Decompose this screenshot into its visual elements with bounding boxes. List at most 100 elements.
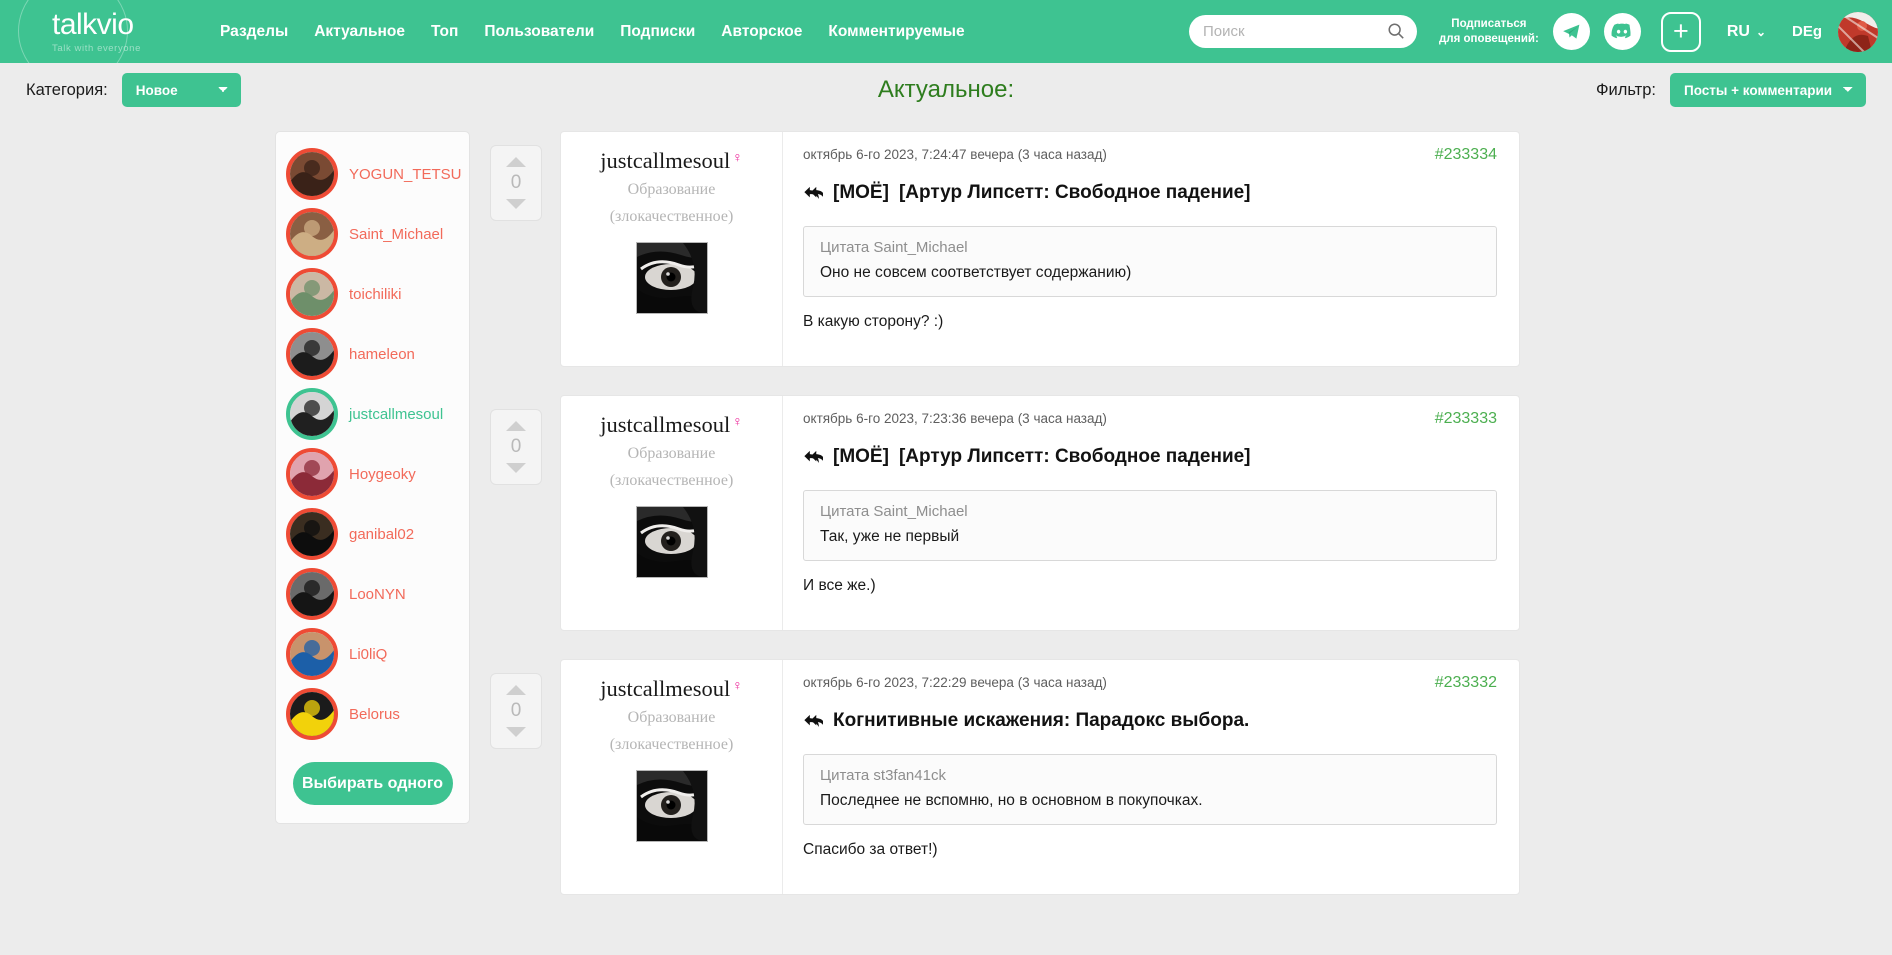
user-list-item[interactable]: ganibal02 [276, 504, 469, 564]
filter-select[interactable]: Посты + комментарии [1670, 73, 1866, 107]
user-avatar-icon[interactable] [286, 688, 338, 740]
downvote-button[interactable] [506, 727, 526, 737]
gender-female-icon: ♀ [732, 148, 743, 165]
nav-item-authors[interactable]: Авторское [721, 23, 802, 41]
user-avatar-icon[interactable] [286, 628, 338, 680]
gender-female-icon: ♀ [732, 676, 743, 693]
language-selector[interactable]: RU ⌄ [1727, 23, 1766, 41]
vote-count: 0 [510, 700, 522, 721]
user-list-item[interactable]: justcallmesoul [276, 384, 469, 444]
post-author-rank-line1: Образование [627, 709, 716, 726]
subscribe-label-line2: для оповещений: [1438, 32, 1539, 45]
post-item: 0 justcallmesoul ♀ Образование (злокачествен… [490, 131, 1520, 367]
post-card: justcallmesoul ♀ Образование (злокачественн… [560, 395, 1520, 631]
site-logo[interactable]: talkvio Talk with everyone [0, 0, 190, 63]
user-list-item-label: YOGUN_TETSU [349, 165, 462, 183]
search-box[interactable] [1188, 15, 1417, 48]
user-avatar-icon[interactable] [286, 208, 338, 260]
create-post-button[interactable]: + [1660, 11, 1701, 52]
upvote-button[interactable] [506, 685, 526, 695]
post-author-name[interactable]: justcallmesoul [600, 412, 730, 438]
user-list-item[interactable]: YOGUN_TETSU [276, 144, 469, 204]
category-select[interactable]: Новое [121, 73, 241, 107]
downvote-button[interactable] [506, 199, 526, 209]
post-body-column: октябрь 6-го 2023, 7:22:29 вечера (3 час… [783, 660, 1519, 894]
post-quote: Цитата Saint_Michael Оно не совсем соотве… [803, 226, 1497, 297]
user-list-item[interactable]: Hoygeoky [276, 444, 469, 504]
post-title-text[interactable]: [Артур Липсетт: Свободное падение] [899, 446, 1251, 468]
post-text: Спасибо за ответ!) [803, 841, 938, 858]
user-list-item-label: hameleon [349, 345, 415, 363]
user-list-item[interactable]: Saint_Michael [276, 204, 469, 264]
user-list-item-label: LooNYN [349, 585, 406, 603]
user-list-item[interactable]: toichiliki [276, 264, 469, 324]
post-author-image [635, 242, 708, 315]
post-text: В какую сторону? :) [803, 313, 944, 330]
post-title-text[interactable]: Когнитивные искажения: Парадокс выбора. [833, 710, 1249, 732]
post-mine-tag: [МОЁ] [833, 446, 889, 467]
search-icon[interactable] [1387, 22, 1405, 40]
vote-widget: 0 [490, 673, 542, 749]
downvote-button[interactable] [506, 463, 526, 473]
user-avatar-icon[interactable] [286, 508, 338, 560]
nav-item-razdely[interactable]: Разделы [220, 23, 288, 41]
user-avatar-icon[interactable] [286, 388, 338, 440]
vote-widget: 0 [490, 145, 542, 221]
top-header: talkvio Talk with everyone Разделы Актуа… [0, 0, 1892, 63]
post-author-rank-line1: Образование [627, 181, 716, 198]
nav-item-top[interactable]: Топ [431, 23, 458, 41]
user-avatar-icon[interactable] [286, 448, 338, 500]
user-list-item[interactable]: Belorus [276, 684, 469, 744]
user-list-item[interactable]: hameleon [276, 324, 469, 384]
upvote-button[interactable] [506, 157, 526, 167]
main-content: YOGUN_TETSU Saint_Michael toichiliki hamele… [0, 117, 1892, 955]
user-avatar-icon[interactable] [286, 148, 338, 200]
pick-one-button[interactable]: Выбирать одного [292, 762, 453, 805]
telegram-icon[interactable] [1552, 13, 1590, 50]
post-body-column: октябрь 6-го 2023, 7:24:47 вечера (3 час… [783, 132, 1519, 366]
post-author-name[interactable]: justcallmesoul [600, 676, 730, 702]
avatar[interactable] [1838, 11, 1878, 52]
user-list-item-label: Saint_Michael [349, 225, 444, 243]
post-card: justcallmesoul ♀ Образование (злокачественн… [560, 659, 1520, 895]
user-avatar-icon[interactable] [286, 568, 338, 620]
search-input[interactable] [1202, 23, 1403, 40]
user-avatar-icon[interactable] [286, 268, 338, 320]
post-date: октябрь 6-го 2023, 7:23:36 вечера (3 час… [803, 411, 1107, 426]
post-author-image [635, 506, 708, 579]
post-id-link[interactable]: #233332 [1435, 674, 1497, 692]
post-quote-text: Так, уже не первый [820, 528, 960, 545]
post-date: октябрь 6-го 2023, 7:24:47 вечера (3 час… [803, 147, 1107, 162]
reply-arrow-icon[interactable] [803, 713, 823, 729]
nav-item-aktualnoe[interactable]: Актуальное [314, 23, 405, 41]
reply-arrow-icon[interactable] [803, 449, 823, 465]
language-value: RU [1726, 22, 1750, 40]
logo-tagline: Talk with everyone [52, 42, 141, 54]
plus-icon: + [1672, 16, 1689, 46]
header-actions: Подписаться для оповещений: + RU ⌄ DEg [1188, 11, 1892, 52]
post-quote-author: Цитата st3fan41ck [820, 767, 946, 784]
post-feed: 0 justcallmesoul ♀ Образование (злокачествен… [490, 131, 1520, 923]
user-list-item[interactable]: Li0liQ [276, 624, 469, 684]
user-list-item[interactable]: LooNYN [276, 564, 469, 624]
post-id-link[interactable]: #233333 [1435, 410, 1497, 428]
post-id-link[interactable]: #233334 [1435, 146, 1497, 164]
discord-icon[interactable] [1603, 13, 1641, 50]
post-quote: Цитата Saint_Michael Так, уже не первый [803, 490, 1497, 561]
vote-count: 0 [510, 172, 522, 193]
upvote-button[interactable] [506, 421, 526, 431]
post-author-rank-line2: (злокачественное) [609, 472, 734, 490]
user-nickname[interactable]: DEg [1792, 23, 1822, 40]
nav-item-subscriptions[interactable]: Подписки [620, 23, 695, 41]
post-author-column: justcallmesoul ♀ Образование (злокачественн… [561, 396, 783, 630]
post-author-rank-line2: (злокачественное) [609, 208, 734, 226]
reply-arrow-icon[interactable] [803, 185, 823, 201]
user-list-item-label: Belorus [349, 705, 400, 723]
logo-text: talkvio [52, 7, 134, 41]
post-title: [МОЁ] [Артур Липсетт: Свободное падение] [803, 182, 1497, 204]
nav-item-users[interactable]: Пользователи [484, 23, 594, 41]
user-avatar-icon[interactable] [286, 328, 338, 380]
post-title-text[interactable]: [Артур Липсетт: Свободное падение] [899, 182, 1251, 204]
post-author-name[interactable]: justcallmesoul [600, 148, 730, 174]
nav-item-commented[interactable]: Комментируемые [828, 23, 964, 41]
